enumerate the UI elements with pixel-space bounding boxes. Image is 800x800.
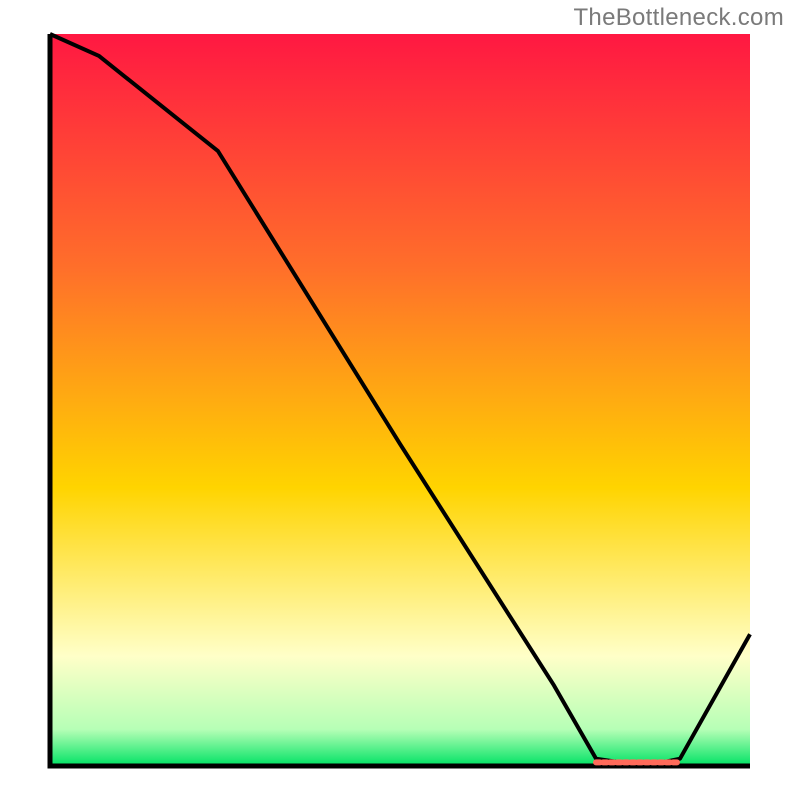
bottleneck-chart [0, 0, 800, 800]
gradient-background [50, 34, 750, 766]
plot-area [50, 34, 750, 766]
chart-container: { "attribution": "TheBottleneck.com", "c… [0, 0, 800, 800]
attribution-text: TheBottleneck.com [573, 4, 784, 32]
